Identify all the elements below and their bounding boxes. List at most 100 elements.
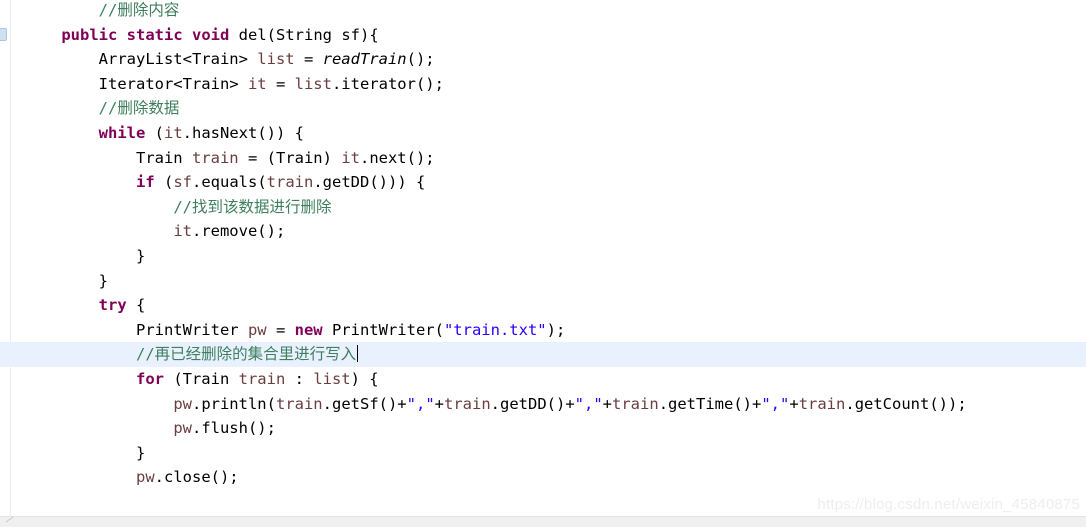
code-line[interactable]: //再已经删除的集合里进行写入: [0, 342, 1086, 367]
code-token-plain: PrintWriter(: [322, 320, 444, 339]
code-token-plain: :: [285, 369, 314, 388]
code-line[interactable]: ArrayList<Train> list = readTrain();: [0, 47, 1086, 72]
code-line[interactable]: for (Train train : list) {: [0, 367, 1086, 392]
code-line[interactable]: while (it.hasNext()) {: [0, 121, 1086, 146]
code-line[interactable]: }: [0, 441, 1086, 466]
code-token-plain: =: [266, 74, 295, 93]
code-line[interactable]: pw.flush();: [0, 416, 1086, 441]
code-line[interactable]: //找到该数据进行删除: [0, 195, 1086, 220]
code-token-var: train: [266, 173, 314, 192]
code-token-plain: =: [294, 50, 323, 69]
code-token-plain: {: [126, 296, 146, 315]
code-line[interactable]: it.remove();: [0, 219, 1086, 244]
code-token-plain: PrintWriter: [135, 320, 248, 339]
code-token-plain: .getSf()+: [322, 394, 407, 413]
code-token-var: train: [238, 369, 286, 388]
code-token-var: list: [313, 369, 351, 388]
code-token-plain: ();: [406, 50, 435, 69]
code-token-kw: new: [294, 320, 323, 339]
code-token-plain: .getDD())) {: [313, 173, 426, 192]
code-token-plain: .flush();: [191, 419, 276, 438]
code-token-plain: =: [266, 320, 295, 339]
code-token-str: ",": [406, 394, 435, 413]
code-line[interactable]: Train train = (Train) it.next();: [0, 146, 1086, 171]
code-token-cmt: //删除内容: [98, 1, 180, 19]
code-token-plain: .hasNext()) {: [182, 123, 304, 142]
code-token-plain: .equals(: [192, 173, 267, 192]
code-token-var: pw: [173, 419, 192, 438]
code-token-var: sf: [173, 173, 192, 192]
code-line[interactable]: pw.close();: [0, 465, 1086, 490]
code-token-plain: .remove();: [191, 222, 286, 241]
code-token-plain: del(String sf){: [229, 25, 379, 44]
code-token-plain: .println(: [191, 394, 276, 413]
code-token-plain: );: [546, 320, 566, 339]
code-token-plain: +: [789, 394, 799, 413]
code-token-kw: static: [126, 25, 183, 44]
code-token-plain: .iterator();: [331, 74, 444, 93]
text-caret: [357, 345, 359, 363]
code-token-kw: public: [61, 25, 118, 44]
code-token-var: it: [247, 74, 267, 93]
resize-grip-icon[interactable]: [5, 516, 14, 523]
code-token-plain: }: [98, 271, 108, 290]
code-line[interactable]: }: [0, 269, 1086, 294]
blog-watermark: https://blog.csdn.net/weixin_45840875: [817, 496, 1080, 513]
code-token-kw: try: [98, 296, 127, 315]
code-token-plain: }: [135, 246, 146, 265]
code-token-kw: while: [98, 123, 146, 142]
code-token-var: it: [173, 222, 192, 241]
code-token-cmt: //再已经删除的集合里进行写入: [135, 345, 357, 364]
code-token-var: it: [164, 123, 183, 142]
code-token-plain: = (Train): [238, 148, 342, 167]
code-token-plain: .next();: [359, 148, 435, 167]
code-token-var: pw: [247, 320, 267, 339]
code-token-plain: (Train: [163, 369, 239, 388]
code-token-var: pw: [173, 394, 192, 413]
code-token-var: train: [444, 394, 491, 413]
code-line[interactable]: pw.println(train.getSf()+","+train.getDD…: [0, 392, 1086, 417]
code-token-var: train: [612, 394, 659, 413]
code-line[interactable]: Iterator<Train> it = list.iterator();: [0, 72, 1086, 97]
code-token-var: list: [257, 50, 295, 69]
code-token-plain: ArrayList<Train>: [98, 50, 258, 69]
code-line[interactable]: //删除数据: [0, 96, 1086, 121]
code-token-str: "train.txt": [443, 320, 547, 339]
code-line[interactable]: public static void del(String sf){: [0, 23, 1086, 48]
code-token-var: train: [191, 148, 239, 167]
code-line[interactable]: }: [0, 244, 1086, 269]
code-token-plain: (: [145, 123, 164, 142]
code-token-kw: void: [192, 25, 230, 44]
code-text-area[interactable]: } //删除内容 public static void del(String s…: [0, 0, 1086, 527]
code-line[interactable]: PrintWriter pw = new PrintWriter("train.…: [0, 318, 1086, 343]
code-token-var: it: [341, 148, 360, 167]
code-token-plain: .close();: [154, 468, 239, 487]
code-token-plain: .getTime()+: [658, 394, 762, 413]
code-token-var: train: [798, 394, 846, 413]
code-line[interactable]: //删除内容: [0, 0, 1086, 23]
code-token-cmt: //删除数据: [98, 99, 180, 118]
code-line[interactable]: if (sf.equals(train.getDD())) {: [0, 170, 1086, 195]
code-line[interactable]: try {: [0, 293, 1086, 318]
code-token-plain: +: [602, 394, 613, 413]
code-token-kw: if: [135, 173, 155, 192]
code-editor[interactable]: } //删除内容 public static void del(String s…: [0, 0, 1086, 527]
code-token-kw: for: [135, 369, 164, 388]
